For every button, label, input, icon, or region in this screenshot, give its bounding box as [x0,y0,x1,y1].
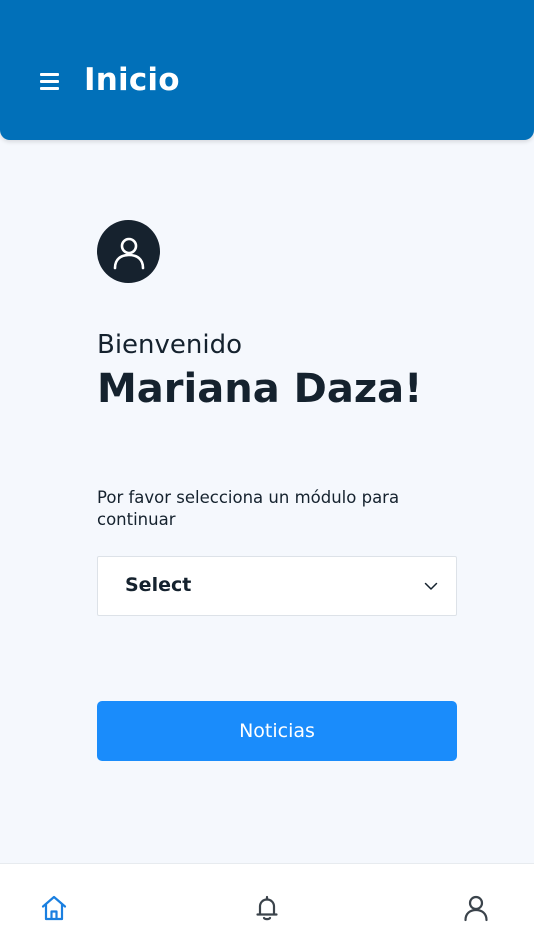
chevron-down-icon [424,582,438,590]
user-avatar-icon [97,220,160,283]
module-select-value: Select [125,574,192,596]
home-icon [41,895,67,921]
page-title: Inicio [84,62,180,98]
top-app-bar: Inicio [0,0,534,140]
user-icon [464,895,488,922]
module-select[interactable]: Select [97,556,457,616]
nav-item-notifications[interactable] [251,892,283,924]
noticias-button[interactable]: Noticias [97,701,457,761]
user-name: Mariana Daza! [97,366,423,412]
nav-item-home[interactable] [38,892,70,924]
nav-item-profile[interactable] [460,892,492,924]
welcome-greeting: Bienvenido [97,330,243,360]
app-screen: Inicio Bienvenido Mariana Daza! Por favo… [0,0,534,950]
hamburger-menu-icon[interactable] [40,72,60,90]
bottom-navigation [0,863,534,950]
bell-icon [256,895,278,921]
module-instruction: Por favor selecciona un módulo para cont… [97,488,400,529]
